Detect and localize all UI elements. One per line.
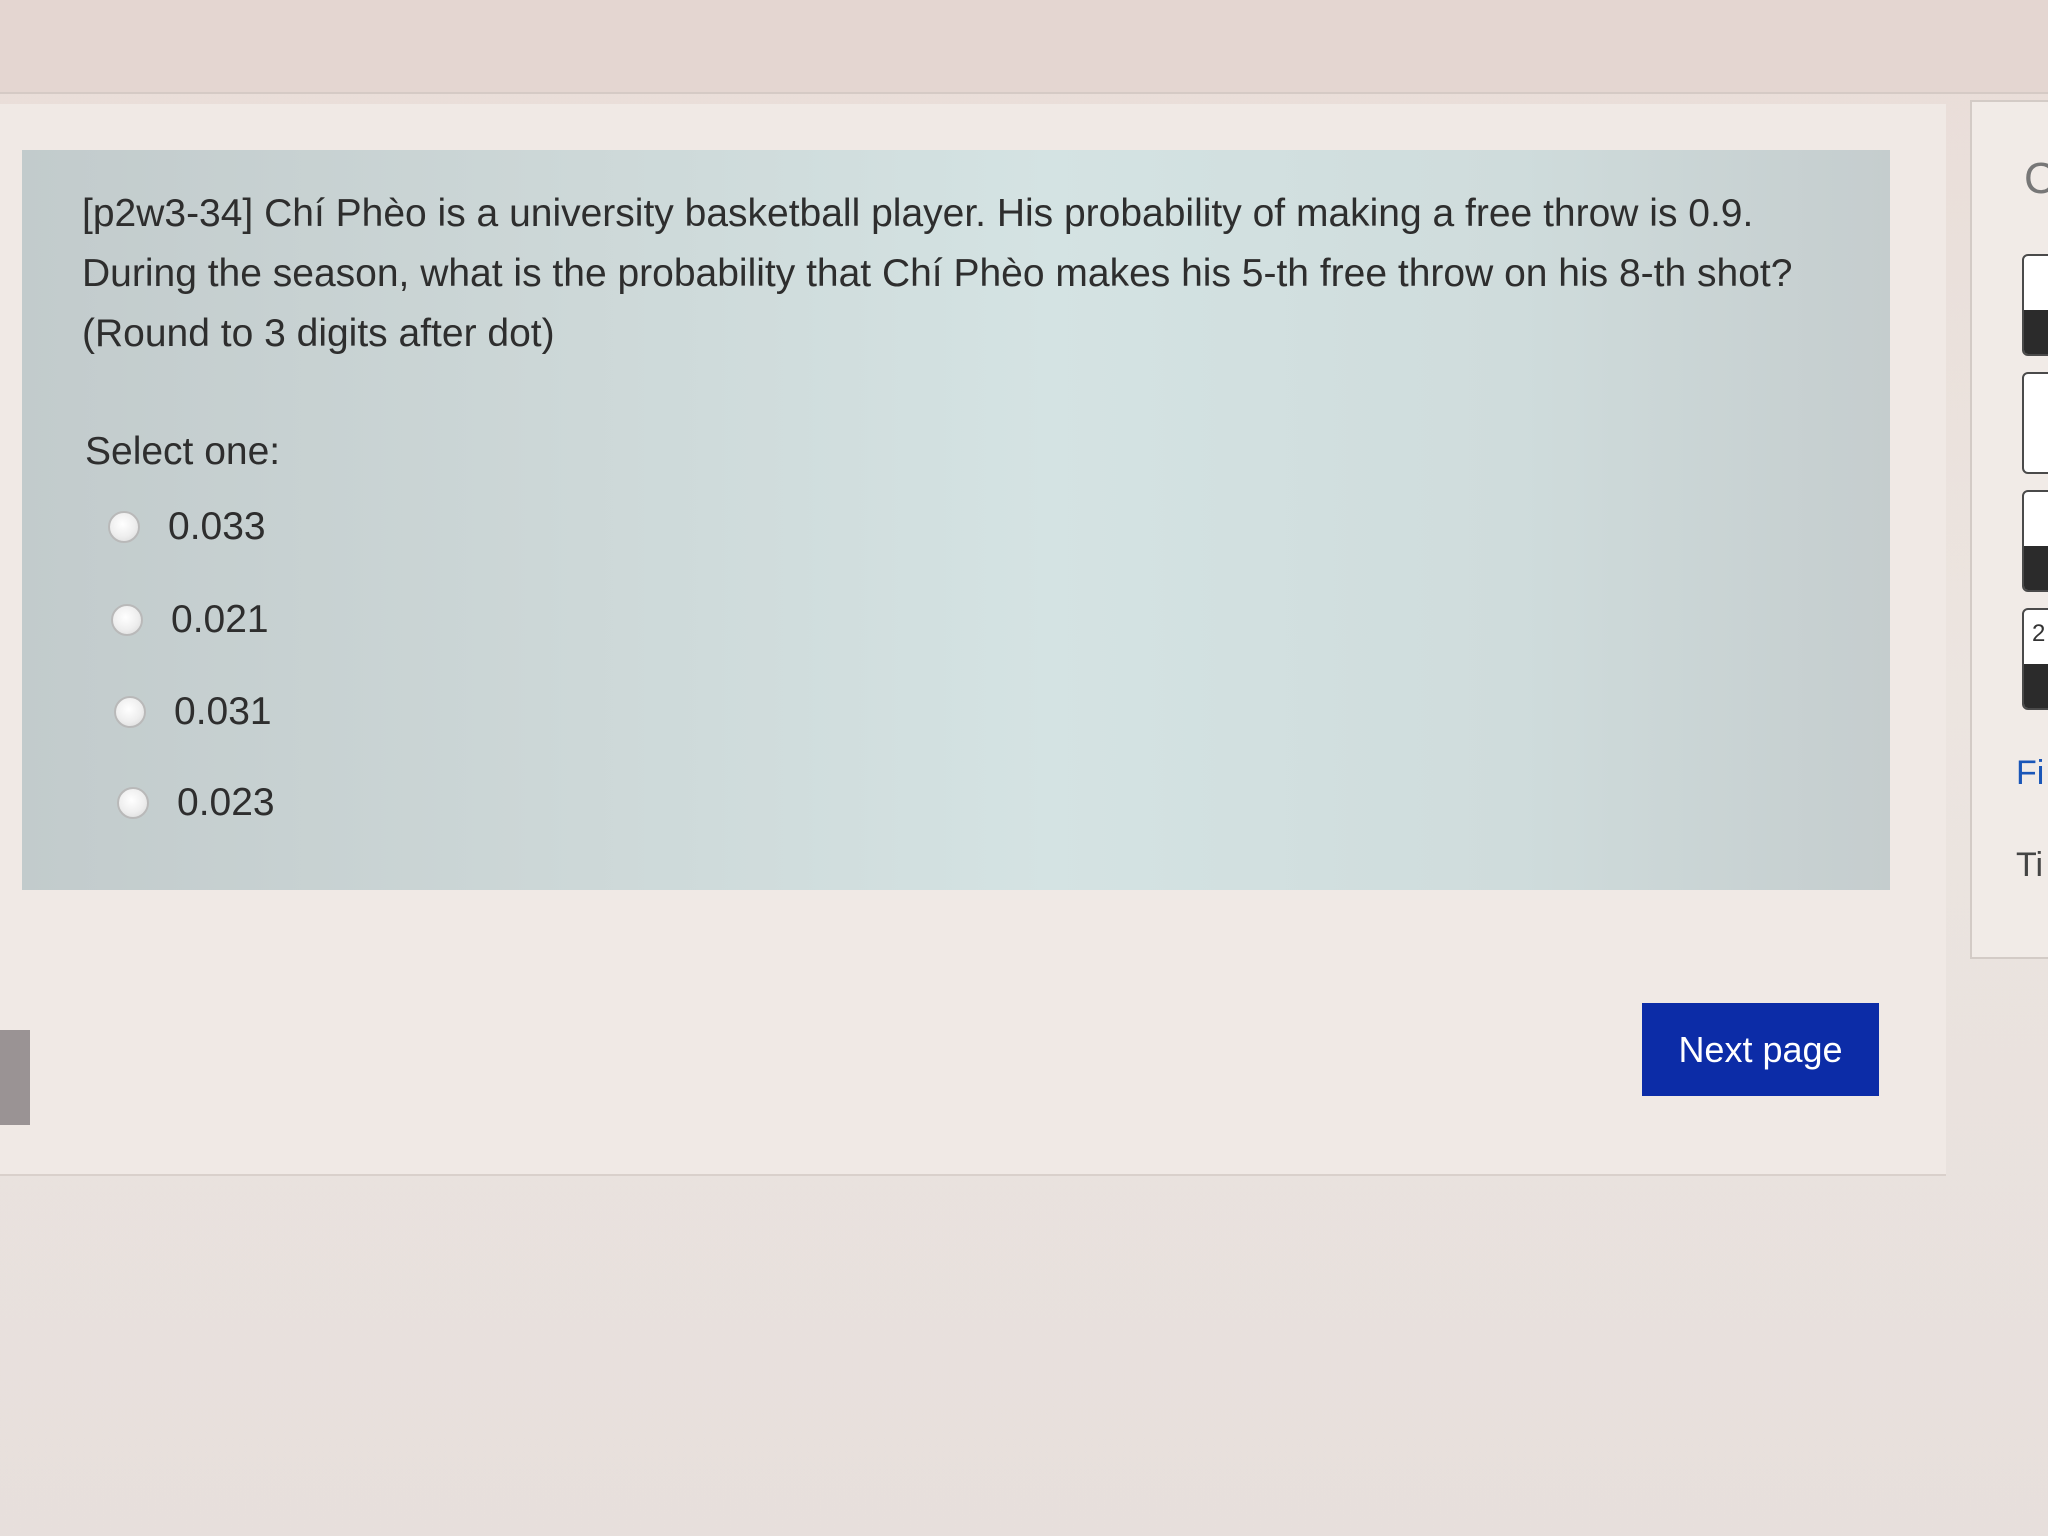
radio-button-icon[interactable] xyxy=(111,604,143,636)
time-left-label: Ti xyxy=(2016,846,2044,884)
question-nav-button-3[interactable] xyxy=(2022,490,2048,592)
finish-attempt-link[interactable]: Fi xyxy=(2016,754,2044,793)
question-nav-button-4[interactable]: 2 xyxy=(2022,608,2048,710)
answer-option-label: 0.023 xyxy=(177,781,275,824)
question-nav-button-2[interactable] xyxy=(2022,372,2048,474)
question-nav-number: 2 xyxy=(2032,620,2046,647)
answer-option-3[interactable]: 0.031 xyxy=(114,687,272,737)
question-line-1: [p2w3-34] Chí Phèo is a university baske… xyxy=(82,192,1754,235)
answered-indicator xyxy=(2024,545,2048,590)
answer-option-2[interactable]: 0.021 xyxy=(111,595,269,645)
answer-option-1[interactable]: 0.033 xyxy=(108,502,266,552)
question-line-3: (Round to 3 digits after dot) xyxy=(82,312,555,355)
answered-indicator xyxy=(2024,663,2048,708)
answered-indicator xyxy=(2024,309,2048,354)
radio-button-icon[interactable] xyxy=(108,511,140,543)
radio-button-icon[interactable] xyxy=(114,696,146,728)
select-one-prompt: Select one: xyxy=(85,430,281,473)
answer-option-label: 0.021 xyxy=(171,598,269,641)
next-page-button[interactable]: Next page xyxy=(1642,1003,1879,1096)
answer-option-4[interactable]: 0.023 xyxy=(117,778,275,828)
quiz-navigation-title: C xyxy=(2024,154,2048,204)
answer-option-label: 0.031 xyxy=(174,690,272,733)
left-drawer-tab[interactable] xyxy=(0,1030,30,1125)
question-box: [p2w3-34] Chí Phèo is a university baske… xyxy=(22,150,1890,890)
top-band xyxy=(0,0,2048,94)
question-line-2: During the season, what is the probabili… xyxy=(82,252,1793,295)
answer-option-label: 0.033 xyxy=(168,505,266,548)
question-nav-button-1[interactable] xyxy=(2022,254,2048,356)
radio-button-icon[interactable] xyxy=(117,787,149,819)
quiz-navigation-panel: C 2 Fi Ti xyxy=(1970,100,2048,959)
question-text: [p2w3-34] Chí Phèo is a university baske… xyxy=(82,184,1862,364)
